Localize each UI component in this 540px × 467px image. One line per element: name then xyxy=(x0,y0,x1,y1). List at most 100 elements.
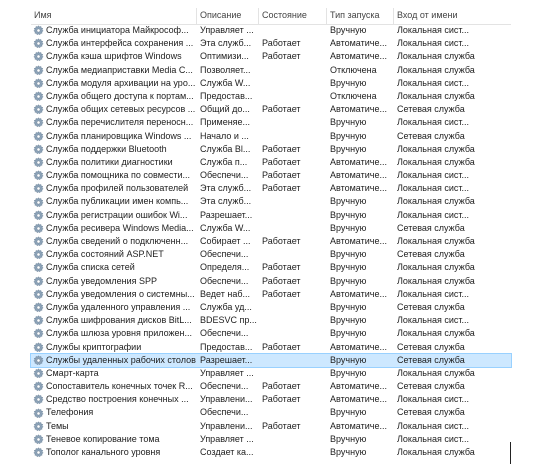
service-status: Работает xyxy=(262,381,301,392)
service-row[interactable]: Служба перечислителя переносн... Применяе… xyxy=(31,116,511,129)
service-row[interactable]: Служба инициатора Майкрософ... Управляет … xyxy=(31,24,511,37)
service-row[interactable]: Служба удаленного управления ... Служба у… xyxy=(31,301,511,314)
service-name: Смарт-карта xyxy=(46,367,99,378)
service-description: Собирает ... xyxy=(200,236,251,246)
service-description: Служба Bl... xyxy=(200,143,251,154)
service-startup-type: Вручную xyxy=(330,447,367,457)
service-status: Работает xyxy=(262,38,301,49)
service-name: Служба перечислителя переносн... xyxy=(46,117,194,128)
service-startup-type: Автоматиче... xyxy=(330,236,387,246)
gear-icon xyxy=(33,394,44,405)
service-name-cell: Служба инициатора Майкрософ... xyxy=(31,24,197,37)
service-row[interactable]: Служба профилей пользователей Эта служб..… xyxy=(31,182,511,195)
service-startup-type: Вручную xyxy=(330,315,367,326)
service-name: Средство построения конечных ... xyxy=(46,394,189,405)
service-name: Служба регистрации ошибок Wi... xyxy=(46,209,188,220)
service-name-cell: Служба сведений о подключенн... xyxy=(31,235,197,248)
gear-icon xyxy=(33,355,44,366)
service-name: Служба уведомления о системны... xyxy=(46,288,195,299)
service-row[interactable]: Служба медиаприставки Media C... Позволяе… xyxy=(31,64,511,77)
service-description: Обеспечи... xyxy=(200,328,249,339)
gear-icon xyxy=(33,368,44,379)
service-description: Эта служб... xyxy=(200,183,252,194)
service-description: Применяе... xyxy=(200,117,251,128)
service-row[interactable]: Темы Управлени... Работает Автоматиче... Лок… xyxy=(31,420,511,433)
service-row[interactable]: Телефония Обеспечи... Вручную Сетевая служб… xyxy=(31,406,511,419)
column-header-logon-as[interactable]: Вход от имени xyxy=(394,8,511,24)
service-logon-as: Сетевая служба xyxy=(397,341,465,352)
service-status xyxy=(259,64,327,77)
service-name: Служба сведений о подключенн... xyxy=(46,236,189,246)
service-description: Обеспечи... xyxy=(200,170,249,181)
service-row[interactable]: Служба регистрации ошибок Wi... Разрешает… xyxy=(31,209,511,222)
service-name: Служба шлюза уровня приложен... xyxy=(46,328,192,339)
service-status xyxy=(259,301,327,314)
service-row[interactable]: Сопоставитель конечных точек R... Обеспеч… xyxy=(31,380,511,393)
service-description: Позволяет... xyxy=(200,64,251,75)
service-logon-as: Локальная сист... xyxy=(397,420,469,431)
service-row[interactable]: Служба уведомления о системны... Ведет на… xyxy=(31,288,511,301)
service-name: Телефония xyxy=(46,407,94,418)
service-status xyxy=(259,248,327,261)
service-name: Служба политики диагностики xyxy=(46,156,173,167)
column-header-status[interactable]: Состояние xyxy=(259,8,327,24)
service-row[interactable]: Служба интерфейса сохранения ... Эта служ… xyxy=(31,37,511,50)
service-name-cell: Службы удаленных рабочих столов xyxy=(31,354,197,367)
service-row[interactable]: Средство построения конечных ... Управлен… xyxy=(31,393,511,406)
column-header-description[interactable]: Описание xyxy=(197,8,259,24)
service-startup-type: Автоматиче... xyxy=(330,156,387,167)
service-description: Управляет ... xyxy=(200,367,254,378)
service-status xyxy=(259,24,327,37)
service-row[interactable]: Служба шлюза уровня приложен... Обеспечи.… xyxy=(31,327,511,340)
service-row[interactable]: Служба планировщика Windows ... Начало и … xyxy=(31,130,511,143)
service-row[interactable]: Служба общего доступа к портам... Предост… xyxy=(31,90,511,103)
service-startup-type: Автоматиче... xyxy=(330,381,387,392)
service-row[interactable]: Служба уведомления SPP Обеспечи... Работае… xyxy=(31,275,511,288)
service-row[interactable]: Служба состояний ASP.NET Обеспечи... Вручн… xyxy=(31,248,511,261)
service-row[interactable]: Служба ресивера Windows Media... Служба W… xyxy=(31,222,511,235)
service-status: Работает xyxy=(262,236,301,246)
service-row[interactable]: Служба кэша шрифтов Windows Оптимизи... Ра… xyxy=(31,50,511,63)
service-row[interactable]: Служба поддержки Bluetooth Служба Bl... Ра… xyxy=(31,143,511,156)
service-row[interactable]: Службы криптографии Предостав... Работает А… xyxy=(31,341,511,354)
services-list: Имя Описание Состояние Тип запуска Вход … xyxy=(30,8,512,462)
service-description: Обеспечи... xyxy=(200,381,249,392)
service-description: Управлени... xyxy=(200,420,253,431)
service-status: Работает xyxy=(262,275,301,286)
service-logon-as: Локальная сист... xyxy=(397,77,469,88)
service-name-cell: Служба модуля архивации на уро... xyxy=(31,77,197,90)
service-row[interactable]: Служба модуля архивации на уро... Служба … xyxy=(31,77,511,90)
service-name: Службы криптографии xyxy=(46,341,142,352)
service-row[interactable]: Служба списка сетей Определя... Работает Вр… xyxy=(31,261,511,274)
service-logon-as: Сетевая служба xyxy=(397,301,465,312)
gear-icon xyxy=(33,223,44,234)
service-row[interactable]: Служба помощника по совмести... Обеспечи.… xyxy=(31,169,511,182)
service-name-cell: Служба ресивера Windows Media... xyxy=(31,222,197,235)
service-row[interactable]: Теневое копирование тома Управляет ... Вру… xyxy=(31,433,511,446)
service-row[interactable]: Смарт-карта Управляет ... Вручную Локальная… xyxy=(31,367,511,380)
service-logon-as: Локальная служба xyxy=(397,51,475,62)
service-startup-type: Автоматиче... xyxy=(330,288,387,299)
column-header-startup-type[interactable]: Тип запуска xyxy=(327,8,394,24)
column-header-name[interactable]: Имя xyxy=(31,8,197,24)
service-row[interactable]: Служба политики диагностики Служба п... Ра… xyxy=(31,156,511,169)
column-headers: Имя Описание Состояние Тип запуска Вход … xyxy=(31,8,511,25)
service-startup-type: Отключена xyxy=(330,64,377,75)
gear-icon xyxy=(33,38,44,49)
service-logon-as: Локальная сист... xyxy=(397,183,469,194)
service-row[interactable]: Служба публикации имен компь... Эта служб… xyxy=(31,195,511,208)
service-row[interactable]: Служба общих сетевых ресурсов ... Общий д… xyxy=(31,103,511,116)
service-name-cell: Служба профилей пользователей xyxy=(31,182,197,195)
service-name-cell: Служба кэша шрифтов Windows xyxy=(31,50,197,63)
service-name: Служба шифрования дисков BitL... xyxy=(46,315,192,326)
service-description: Предостав... xyxy=(200,90,253,101)
service-startup-type: Автоматиче... xyxy=(330,341,387,352)
gear-icon xyxy=(33,210,44,221)
service-name: Служба уведомления SPP xyxy=(46,275,157,286)
service-row[interactable]: Служба сведений о подключенн... Собирает … xyxy=(31,235,511,248)
service-row[interactable]: Службы удаленных рабочих столов Разрешает… xyxy=(30,352,512,368)
service-status xyxy=(259,446,327,459)
service-startup-type: Вручную xyxy=(330,354,367,365)
service-row[interactable]: Тополог канального уровня Создает ка... Вр… xyxy=(31,446,511,459)
service-row[interactable]: Служба шифрования дисков BitL... BDESVC п… xyxy=(31,314,511,327)
